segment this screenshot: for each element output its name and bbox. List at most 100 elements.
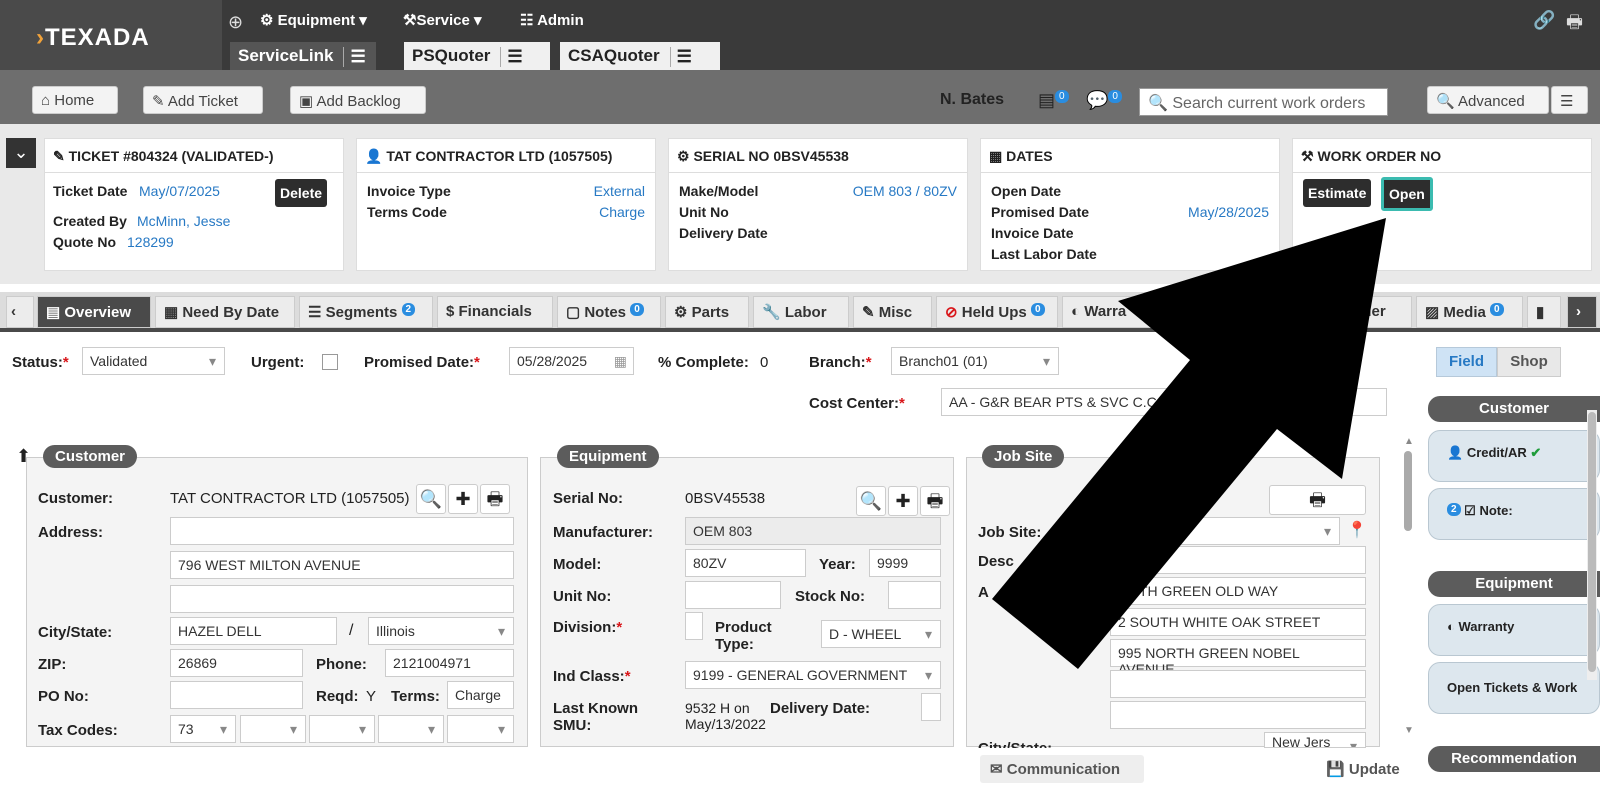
tab-parts[interactable]: ⚙ Parts bbox=[665, 296, 749, 328]
tab-financials[interactable]: $ Financials bbox=[437, 296, 553, 328]
logo: ›TEXADA bbox=[0, 0, 222, 80]
phone-input[interactable]: 2121004971 bbox=[385, 649, 514, 677]
po-input[interactable] bbox=[170, 681, 303, 709]
up-circle-icon[interactable]: ⊕ bbox=[228, 12, 243, 33]
manufacturer-input: OEM 803 bbox=[685, 517, 941, 545]
tab-scroll-right[interactable]: › bbox=[1567, 296, 1597, 328]
field-toggle[interactable]: Field bbox=[1436, 347, 1497, 377]
update-button[interactable]: 💾 Update bbox=[1320, 755, 1416, 783]
tab-segments[interactable]: ☰ Segments 2 bbox=[299, 296, 433, 328]
note-button[interactable]: 2 ☑ Note: bbox=[1428, 488, 1600, 540]
customer-name: TAT CONTRACTOR LTD (1057505) bbox=[170, 490, 410, 507]
promised-date-input[interactable]: 05/28/2025 ▦ bbox=[509, 347, 634, 375]
customer-panel-title: Customer bbox=[43, 445, 138, 468]
sidebar-customer-header: Customer bbox=[1428, 396, 1600, 422]
register-icon[interactable]: 🖶 bbox=[920, 486, 950, 516]
tax-code-3[interactable] bbox=[309, 715, 375, 743]
status-select[interactable]: Validated bbox=[82, 347, 225, 375]
add-icon[interactable]: ✚ bbox=[888, 486, 918, 516]
ind-class-label: Ind Class:* bbox=[553, 668, 631, 685]
tax-code-5[interactable] bbox=[447, 715, 514, 743]
year-input[interactable]: 9999 bbox=[869, 549, 941, 577]
open-button[interactable]: Open bbox=[1381, 177, 1433, 211]
notification-icon[interactable]: ▤ 0 bbox=[1038, 90, 1069, 111]
shop-toggle[interactable]: Shop bbox=[1497, 347, 1561, 377]
communication-button[interactable]: ✉ Communication bbox=[980, 755, 1144, 783]
complete-value: 0 bbox=[760, 354, 769, 371]
division-label: Division:* bbox=[553, 619, 623, 636]
app-tab-servicelink[interactable]: ServiceLink ☰ bbox=[230, 42, 376, 70]
add-backlog-button[interactable]: ▣ Add Backlog bbox=[290, 86, 426, 114]
chat-icon[interactable]: 💬 0 bbox=[1086, 90, 1122, 111]
state-select[interactable]: Illinois bbox=[368, 617, 514, 645]
tax-code-4[interactable] bbox=[378, 715, 444, 743]
menu-admin[interactable]: ☷ Admin bbox=[520, 11, 584, 29]
jobsite-address-5[interactable] bbox=[1110, 701, 1366, 729]
tab-overview[interactable]: ▤ Overview bbox=[37, 296, 151, 328]
delivery-date-input[interactable] bbox=[921, 693, 941, 721]
tab-misc[interactable]: ✎ Misc bbox=[853, 296, 932, 328]
sidebar-scrollbar[interactable] bbox=[1587, 410, 1597, 680]
jobsite-state-select[interactable]: New Jers bbox=[1264, 732, 1366, 748]
tab-labor[interactable]: 🔧 Labor bbox=[753, 296, 849, 328]
urgent-label: Urgent: bbox=[251, 354, 305, 371]
ticket-date: May/07/2025 bbox=[139, 183, 220, 199]
customer-card: 👤 TAT CONTRACTOR LTD (1057505) Invoice T… bbox=[356, 138, 656, 271]
add-ticket-button[interactable]: ✎ Add Ticket bbox=[143, 86, 263, 114]
sidebar-recommendation-header: Recommendation bbox=[1428, 746, 1600, 772]
tab-more[interactable]: ▮ bbox=[1527, 296, 1561, 328]
tax-code-2[interactable] bbox=[240, 715, 306, 743]
serial-card: ⚙ SERIAL NO 0BSV45538 Make/Model OEM 803… bbox=[668, 138, 968, 271]
urgent-checkbox[interactable] bbox=[322, 354, 338, 370]
advanced-search-button[interactable]: 🔍 Advanced bbox=[1427, 86, 1549, 114]
search-icon[interactable]: 🔍 bbox=[856, 486, 886, 516]
promised-date-label: Promised Date:* bbox=[364, 354, 480, 371]
menu-service[interactable]: ⚒Service ▾ bbox=[403, 11, 482, 29]
serial-value: 0BSV45538 bbox=[685, 490, 766, 507]
delete-button[interactable]: Delete bbox=[275, 179, 328, 207]
model-input[interactable]: 80ZV bbox=[685, 549, 806, 577]
print-icon[interactable]: 🖶 bbox=[1566, 10, 1583, 40]
collapse-button[interactable]: ⌄ bbox=[6, 138, 36, 168]
unit-no-input[interactable] bbox=[685, 581, 781, 609]
stock-no-input[interactable] bbox=[888, 581, 941, 609]
tax-code-1[interactable]: 73 bbox=[170, 715, 236, 743]
estimate-button[interactable]: Estimate bbox=[1303, 179, 1372, 207]
ticket-card: ✎ TICKET #804324 (VALIDATED-) Ticket Dat… bbox=[44, 138, 344, 271]
app-tab-psquoter[interactable]: PSQuoter ☰ bbox=[404, 42, 550, 70]
link-icon[interactable]: 🔗 bbox=[1533, 10, 1555, 31]
address-line-3[interactable] bbox=[170, 585, 514, 613]
jobsite-address-4[interactable] bbox=[1110, 670, 1366, 698]
ind-class-select[interactable]: 9199 - GENERAL GOVERNMENT bbox=[685, 661, 941, 689]
app-tab-csaquoter[interactable]: CSAQuoter ☰ bbox=[560, 42, 720, 70]
zip-input[interactable]: 26869 bbox=[170, 649, 303, 677]
sidebar-equipment-header: Equipment bbox=[1428, 571, 1600, 597]
register-icon[interactable]: 🖶 bbox=[480, 484, 510, 514]
menu-equipment[interactable]: ⚙ Equipment ▾ bbox=[260, 11, 367, 29]
cost-center-label: Cost Center:* bbox=[809, 395, 905, 412]
equipment-panel-title: Equipment bbox=[557, 445, 659, 468]
check-icon: ✔ bbox=[1530, 445, 1542, 460]
division-input[interactable] bbox=[685, 612, 703, 640]
home-button[interactable]: ⌂ Home bbox=[32, 86, 118, 114]
tab-media[interactable]: ▨ Media 0 bbox=[1416, 296, 1523, 328]
open-tickets-button[interactable]: Open Tickets & Work bbox=[1428, 662, 1600, 714]
search-icon[interactable]: 🔍 bbox=[416, 484, 446, 514]
tab-notes[interactable]: ▢ Notes 0 bbox=[557, 296, 661, 328]
tab-scroll-left[interactable]: ‹ bbox=[6, 296, 34, 328]
address-line-1[interactable] bbox=[170, 517, 514, 545]
branch-label: Branch:* bbox=[809, 354, 872, 371]
search-input[interactable]: 🔍 Search current work orders bbox=[1139, 88, 1388, 116]
warranty-button[interactable]: ◐ Warranty bbox=[1428, 604, 1600, 656]
add-icon[interactable]: ✚ bbox=[448, 484, 478, 514]
product-type-select[interactable]: D - WHEEL bbox=[821, 620, 941, 648]
city-input[interactable]: HAZEL DELL bbox=[170, 617, 337, 645]
smu-value: 9532 H on May/13/2022 bbox=[685, 700, 766, 732]
tab-need-by-date[interactable]: ▦ Need By Date bbox=[155, 296, 295, 328]
terms-input[interactable]: Charge bbox=[447, 681, 514, 709]
credit-ar-button[interactable]: 👤 Credit/AR ✔ bbox=[1428, 430, 1600, 482]
address-line-2[interactable]: 796 WEST MILTON AVENUE bbox=[170, 551, 514, 579]
complete-label: % Complete: bbox=[658, 354, 749, 371]
status-label: Status:* bbox=[12, 354, 69, 371]
menu-icon[interactable]: ☰ bbox=[1551, 86, 1588, 114]
